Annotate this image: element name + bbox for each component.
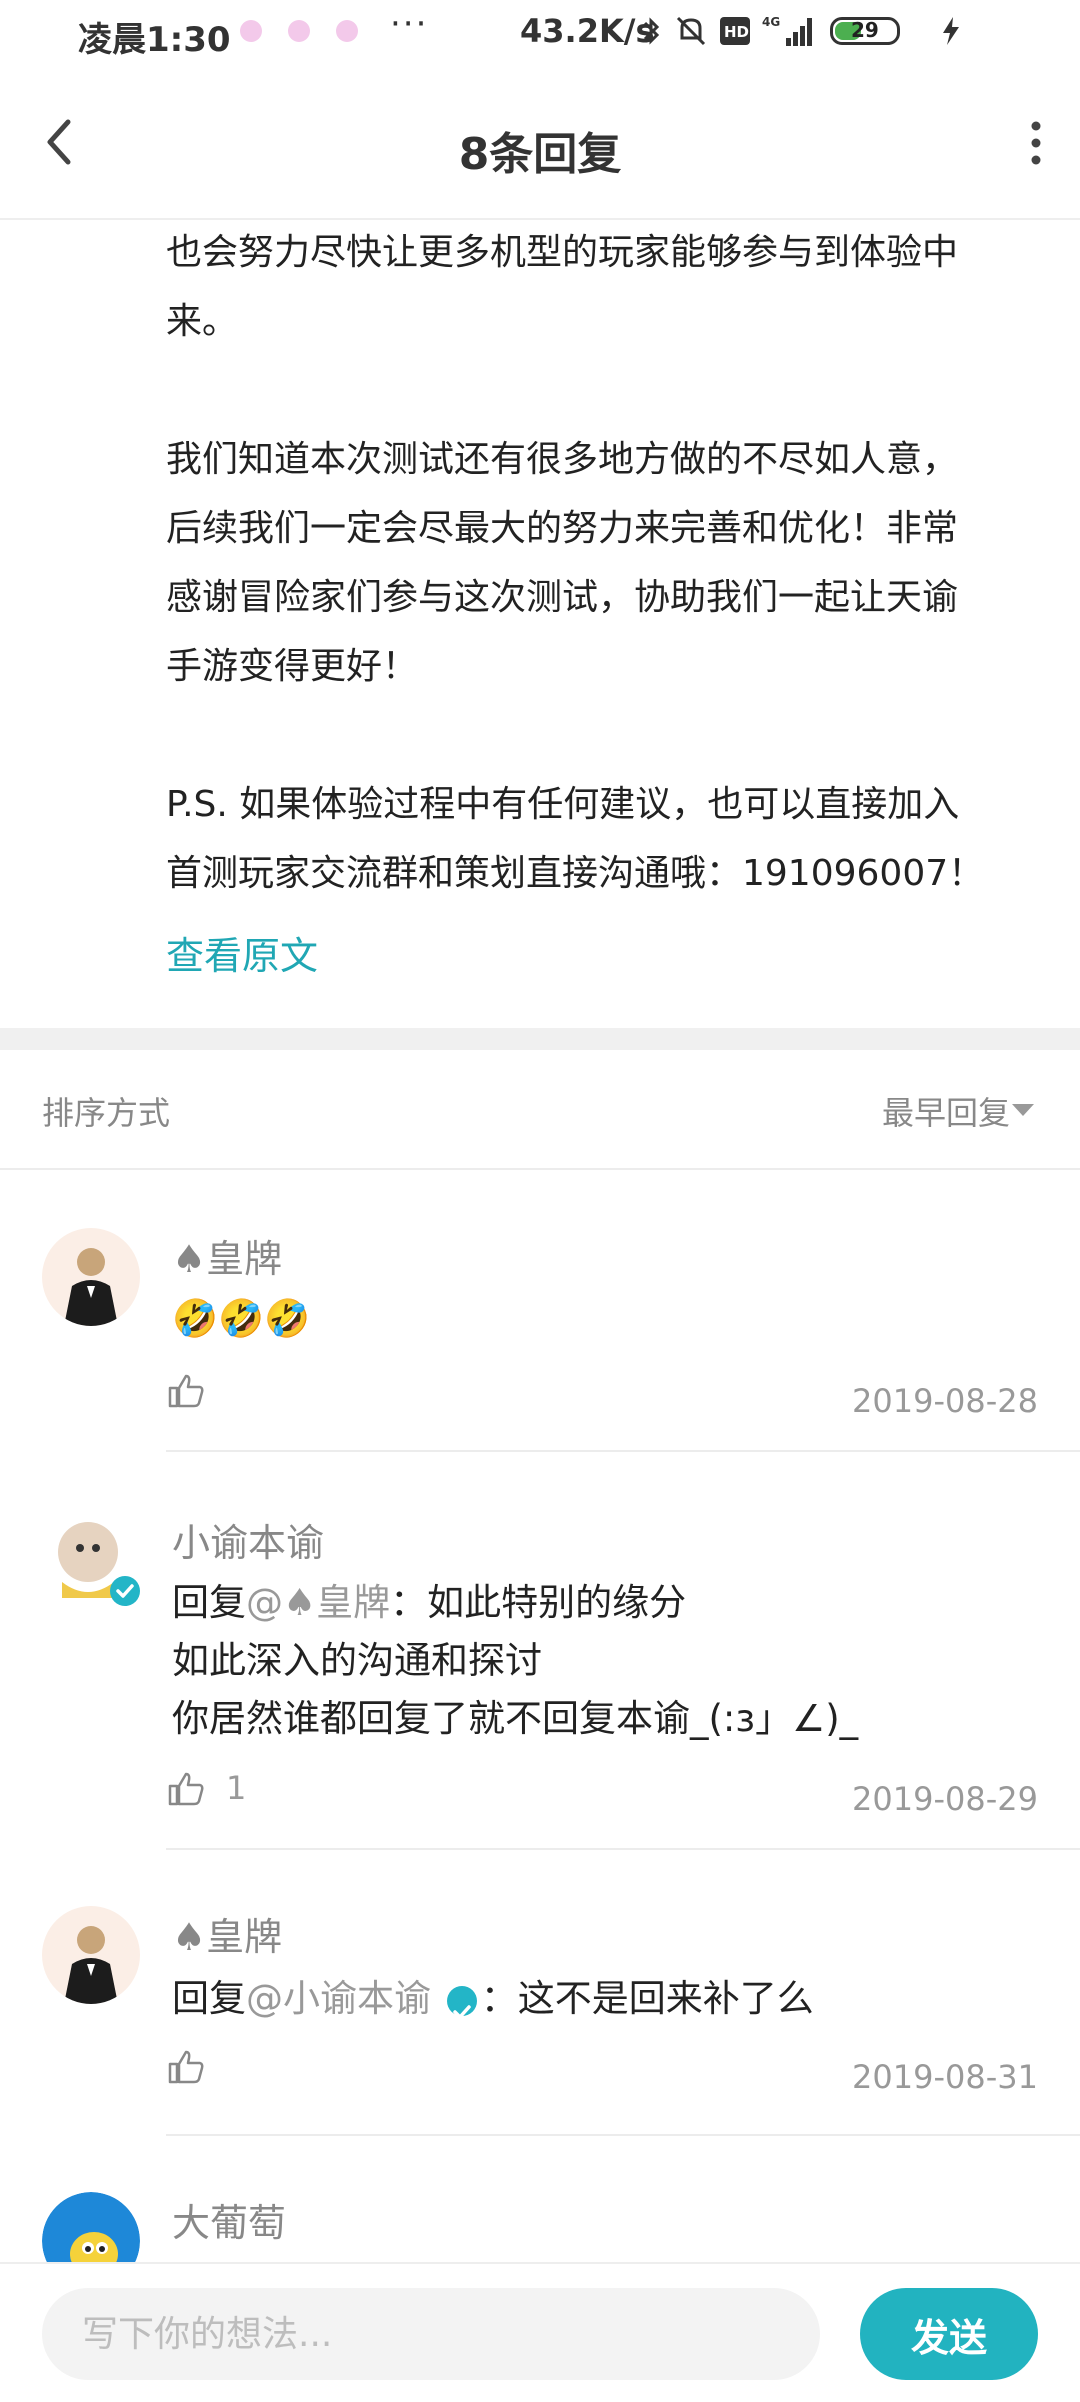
comment-input[interactable] — [42, 2288, 820, 2380]
thumbs-up-icon — [168, 1374, 204, 1408]
comment-line: ：这不是回来补了么 — [480, 1977, 814, 2020]
comment-text: 回复@♠皇牌：如此特别的缘分 如此深入的沟通和探讨 你居然谁都回复了就不回复本谕… — [172, 1574, 1032, 1748]
sort-label: 排序方式 — [42, 1094, 171, 1132]
commenter-name[interactable]: 小谕本谕 — [172, 1512, 324, 1567]
page-title: 8条回复 — [458, 129, 622, 180]
svg-text:HD: HD — [724, 23, 749, 41]
original-post-body: 也会努力尽快让更多机型的玩家能够参与到体验中 来。 我们知道本次测试还有很多地方… — [166, 218, 1046, 991]
comment-composer: 发送 — [0, 2262, 1080, 2402]
reply-mention[interactable]: @小谕本谕 — [246, 1977, 431, 2020]
article-line: 手游变得更好！ — [166, 646, 419, 687]
thumbs-up-icon — [168, 1772, 204, 1806]
article-line: 来。 — [166, 301, 239, 342]
network-speed: 43.2K/s — [520, 12, 655, 50]
app-header: 8条回复 — [0, 66, 1080, 220]
thumbs-up-icon — [168, 2050, 204, 2084]
comment-date: 2019-08-28 — [852, 1382, 1038, 1420]
more-vertical-icon[interactable] — [1026, 118, 1046, 168]
notification-icons — [240, 20, 358, 42]
comment-date: 2019-08-29 — [852, 1780, 1038, 1818]
article-line: 后续我们一定会尽最大的努力来完善和优化！非常 — [166, 508, 959, 549]
comment-divider — [166, 2134, 1080, 2136]
sort-bar: 排序方式 最早回复 — [0, 1050, 1080, 1170]
caret-down-icon[interactable] — [1012, 1104, 1034, 1116]
like-button[interactable]: 1 — [166, 1768, 246, 1808]
reply-mention[interactable]: @♠皇牌 — [246, 1581, 390, 1624]
comment-line: 如此深入的沟通和探讨 — [172, 1639, 542, 1682]
commenter-name[interactable]: ♠皇牌 — [172, 1228, 282, 1283]
hd-icon: HD — [720, 17, 750, 45]
app-notification-icon — [288, 20, 310, 42]
charging-icon — [943, 17, 959, 45]
avatar[interactable] — [42, 1228, 140, 1326]
avatar[interactable] — [42, 1906, 140, 2004]
system-icons: HD 4G 29 — [642, 14, 964, 48]
signal-icon: 4G — [762, 15, 812, 46]
sort-dropdown[interactable]: 最早回复 — [882, 1088, 1010, 1134]
app-notification-icon — [336, 20, 358, 42]
article-line: 也会努力尽快让更多机型的玩家能够参与到体验中 — [166, 232, 959, 273]
verified-badge-icon — [446, 1985, 477, 2019]
status-time: 凌晨1:30 — [78, 20, 231, 60]
send-button[interactable]: 发送 — [860, 2288, 1038, 2380]
avatar[interactable] — [42, 1512, 140, 1610]
view-original-link[interactable]: 查看原文 — [166, 922, 1046, 991]
commenter-name[interactable]: 大葡萄 — [172, 2192, 286, 2247]
article-line: P.S. 如果体验过程中有任何建议，也可以直接加入 — [166, 784, 960, 825]
commenter-name[interactable]: ♠皇牌 — [172, 1906, 282, 1961]
app-notification-icon — [240, 20, 262, 42]
bluetooth-icon — [643, 17, 660, 45]
like-button[interactable] — [166, 1370, 206, 1410]
svg-text:4G: 4G — [762, 15, 780, 29]
like-button[interactable] — [166, 2046, 206, 2086]
article-line: 感谢冒险家们参与这次测试，协助我们一起让天谕 — [166, 577, 959, 618]
reply-prefix: 回复 — [172, 1977, 246, 2020]
comment-text: 🤣🤣🤣 — [172, 1297, 311, 1340]
verified-badge-icon — [110, 1576, 140, 1606]
status-bar: 凌晨1:30 ··· 43.2K/s HD 4G 29 — [0, 0, 1080, 66]
comment-date: 2019-08-31 — [852, 2058, 1038, 2096]
comment-divider — [166, 1450, 1080, 1452]
mute-icon — [676, 16, 706, 46]
article-line: 首测玩家交流群和策划直接沟通哦：191096007！ — [166, 853, 985, 894]
comment-divider — [166, 1848, 1080, 1850]
battery-level: 29 — [851, 18, 879, 42]
reply-prefix: 回复 — [172, 1581, 246, 1624]
more-notifications-icon: ··· — [390, 4, 429, 44]
comment-line: 你居然谁都回复了就不回复本谕_(:з」∠)_ — [172, 1697, 859, 1740]
comment-line: ：如此特别的缘分 — [390, 1581, 687, 1624]
article-line: 我们知道本次测试还有很多地方做的不尽如人意， — [166, 439, 959, 480]
section-divider — [0, 1028, 1080, 1050]
comment-text: 回复@小谕本谕 ：这不是回来补了么 — [172, 1970, 1032, 2028]
like-count: 1 — [226, 1769, 247, 1807]
battery-icon: 29 — [830, 17, 900, 45]
